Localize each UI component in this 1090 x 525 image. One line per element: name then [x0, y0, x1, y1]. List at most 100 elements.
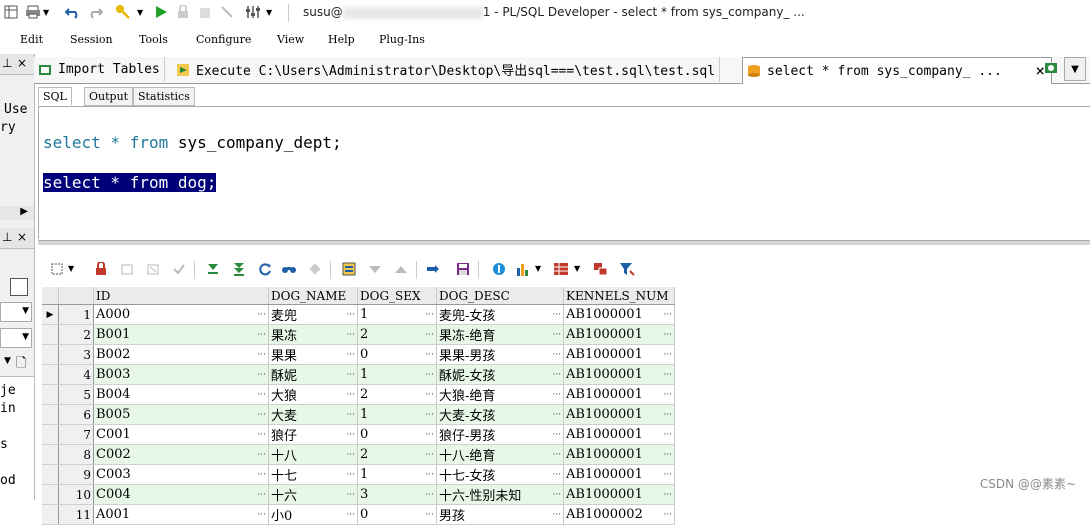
- grid-cell[interactable]: 2 ···: [357, 444, 437, 465]
- cell-edit-button[interactable]: ···: [552, 310, 561, 320]
- cell-edit-button[interactable]: ···: [552, 330, 561, 340]
- cell-edit-button[interactable]: ···: [346, 470, 355, 480]
- cell-edit-button[interactable]: ···: [257, 470, 266, 480]
- cell-edit-button[interactable]: ···: [663, 470, 672, 480]
- grid-cell[interactable]: B001 ···: [93, 324, 269, 345]
- grid-cell[interactable]: 2 ···: [357, 324, 437, 345]
- cell-edit-button[interactable]: ···: [663, 410, 672, 420]
- cell-edit-button[interactable]: ···: [425, 510, 434, 520]
- grid-cell[interactable]: 狼仔 ···: [268, 424, 358, 445]
- grid-options-icon[interactable]: [48, 260, 66, 278]
- grid-cell[interactable]: C004 ···: [93, 484, 269, 505]
- grid-cell[interactable]: 2 ···: [357, 384, 437, 405]
- table-row[interactable]: 5 B004 ··· 大狼 ··· 2 ··· 大狼-绝育 ··· AB1000001 ···: [42, 384, 675, 405]
- grid-cell[interactable]: AB1000001 ···: [563, 464, 675, 485]
- cell-edit-button[interactable]: ···: [346, 410, 355, 420]
- table-row[interactable]: ▶ 1 A000 ··· 麦兜 ··· 1 ··· 麦兜-女孩 ··· AB1000001 ···: [42, 304, 675, 325]
- cell-edit-button[interactable]: ···: [346, 510, 355, 520]
- commit-icon[interactable]: [196, 3, 214, 21]
- grid-cell[interactable]: 大麦 ···: [268, 404, 358, 425]
- print-icon[interactable]: [24, 3, 42, 21]
- table-row[interactable]: 3 B002 ··· 果果 ··· 0 ··· 果果-男孩 ··· AB1000001 ···: [42, 344, 675, 365]
- sql-editor[interactable]: select * from sys_company_dept; select *…: [38, 106, 1090, 239]
- cell-edit-button[interactable]: ···: [425, 350, 434, 360]
- grid-cell[interactable]: B003 ···: [93, 364, 269, 385]
- redo-icon[interactable]: [86, 3, 104, 21]
- close-icon[interactable]: ×: [17, 56, 27, 70]
- lock-icon[interactable]: [174, 3, 192, 21]
- chart-icon[interactable]: [514, 260, 532, 278]
- close-icon[interactable]: ×: [17, 230, 27, 244]
- table-row[interactable]: 2 B001 ··· 果冻 ··· 2 ··· 果冻-绝育 ··· AB1000001 ···: [42, 324, 675, 345]
- menu-help[interactable]: Help: [328, 33, 355, 46]
- cell-edit-button[interactable]: ···: [257, 390, 266, 400]
- cell-edit-button[interactable]: ···: [663, 450, 672, 460]
- cell-edit-button[interactable]: ···: [663, 350, 672, 360]
- grid-cell[interactable]: AB1000001 ···: [563, 424, 675, 445]
- cell-edit-button[interactable]: ···: [552, 430, 561, 440]
- tab-sql[interactable]: SQL: [38, 87, 72, 105]
- cell-edit-button[interactable]: ···: [552, 410, 561, 420]
- menu-configure[interactable]: Configure: [196, 33, 251, 46]
- rollback-icon[interactable]: [218, 3, 236, 21]
- grid-cell[interactable]: 果冻 ···: [268, 324, 358, 345]
- chevron-down-icon[interactable]: ▼: [43, 8, 49, 17]
- cell-edit-button[interactable]: ···: [425, 310, 434, 320]
- cell-edit-button[interactable]: ···: [663, 310, 672, 320]
- chevron-down-icon[interactable]: ▼: [137, 8, 143, 17]
- grid-cell[interactable]: AB1000001 ···: [563, 364, 675, 385]
- tab-output[interactable]: Output: [84, 87, 134, 106]
- cell-edit-button[interactable]: ···: [346, 310, 355, 320]
- grid-cell[interactable]: 麦兜-女孩 ···: [436, 304, 564, 325]
- clear-icon[interactable]: [306, 260, 324, 278]
- table-row[interactable]: 10 C004 ··· 十六 ··· 3 ··· 十六-性别未知 ··· AB1000001 ···: [42, 484, 675, 505]
- grid-cell[interactable]: 麦兜 ···: [268, 304, 358, 325]
- dropdown[interactable]: ▼: [0, 302, 32, 322]
- scroll-right-icon[interactable]: ▶: [20, 206, 28, 217]
- grid-cell[interactable]: 3 ···: [357, 484, 437, 505]
- grid-cell[interactable]: 1 ···: [357, 364, 437, 385]
- column-header-dog-sex[interactable]: DOG_SEX: [357, 287, 437, 305]
- insert-record-icon[interactable]: [118, 260, 136, 278]
- cell-edit-button[interactable]: ···: [425, 490, 434, 500]
- cell-edit-button[interactable]: ···: [663, 330, 672, 340]
- cell-edit-button[interactable]: ···: [346, 390, 355, 400]
- save-icon[interactable]: [454, 260, 472, 278]
- grid-cell[interactable]: 1 ···: [357, 304, 437, 325]
- cell-edit-button[interactable]: ···: [552, 370, 561, 380]
- grid-cell[interactable]: B004 ···: [93, 384, 269, 405]
- table-row[interactable]: 8 C002 ··· 十八 ··· 2 ··· 十八-绝育 ··· AB1000001 ···: [42, 444, 675, 465]
- tab-import-tables[interactable]: Import Tables: [34, 57, 165, 82]
- cell-edit-button[interactable]: ···: [257, 450, 266, 460]
- execute-icon[interactable]: [152, 3, 170, 21]
- grid-cell[interactable]: AB1000001 ···: [563, 324, 675, 345]
- pin-icon[interactable]: ⊥: [2, 56, 12, 70]
- cell-edit-button[interactable]: ···: [552, 390, 561, 400]
- tab-execute-script[interactable]: Execute C:\Users\Administrator\Desktop\导…: [172, 57, 721, 82]
- grid-cell[interactable]: 果冻-绝育 ···: [436, 324, 564, 345]
- grid-cell[interactable]: AB1000002 ···: [563, 504, 675, 525]
- cell-edit-button[interactable]: ···: [425, 330, 434, 340]
- cell-edit-button[interactable]: ···: [663, 510, 672, 520]
- filter-down-icon[interactable]: [366, 260, 384, 278]
- cell-edit-button[interactable]: ···: [425, 430, 434, 440]
- grid-cell[interactable]: 小0 ···: [268, 504, 358, 525]
- cell-edit-button[interactable]: ···: [663, 490, 672, 500]
- explain-plan-icon[interactable]: [244, 3, 262, 21]
- cell-edit-button[interactable]: ···: [663, 430, 672, 440]
- refresh-icon[interactable]: [256, 260, 274, 278]
- grid-cell[interactable]: 十六-性别未知 ···: [436, 484, 564, 505]
- table-row[interactable]: 7 C001 ··· 狼仔 ··· 0 ··· 狼仔-男孩 ··· AB1000001 ···: [42, 424, 675, 445]
- cell-edit-button[interactable]: ···: [257, 350, 266, 360]
- object-list[interactable]: je in s od: [0, 376, 34, 501]
- cell-edit-button[interactable]: ···: [425, 470, 434, 480]
- fetch-last-icon[interactable]: [230, 260, 248, 278]
- grid-icon[interactable]: [2, 3, 20, 21]
- cell-edit-button[interactable]: ···: [552, 470, 561, 480]
- cell-edit-button[interactable]: ···: [346, 450, 355, 460]
- cell-edit-button[interactable]: ···: [552, 490, 561, 500]
- grid-cell[interactable]: 酥妮-女孩 ···: [436, 364, 564, 385]
- delete-record-icon[interactable]: [144, 260, 162, 278]
- cell-edit-button[interactable]: ···: [425, 410, 434, 420]
- grid-cell[interactable]: B005 ···: [93, 404, 269, 425]
